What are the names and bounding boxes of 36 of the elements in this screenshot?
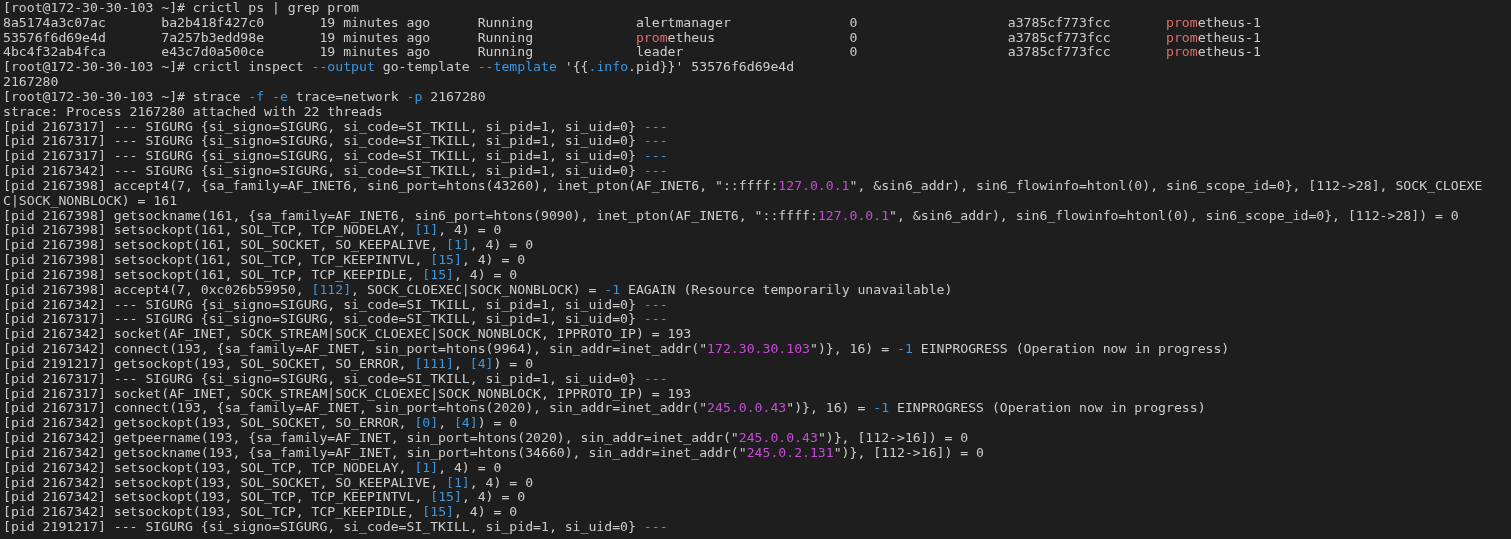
terminal-line: [pid 2167342] --- SIGURG {si_signo=SIGURG, si_code=SI_TKILL, si_pid=1, si_uid=0} --- [3, 164, 668, 179]
terminal-line: C|SOCK_NONBLOCK) = 161 [3, 193, 178, 209]
terminal-line: [pid 2167342] connect(193, {sa_family=AF_INET, sin_port=htons(9964), sin_addr=inet_addr("172.30.30.103")}, 16) = -1 EINPROGRESS (Operation now in progress) [3, 342, 1230, 357]
terminal-line: [pid 2167317] --- SIGURG {si_signo=SIGURG, si_code=SI_TKILL, si_pid=1, si_uid=0} --- [3, 312, 668, 328]
terminal-line: [pid 2167398] setsockopt(161, SOL_SOCKET, SO_KEEPALIVE, [1], 4) = 0 [3, 238, 534, 254]
terminal-line: [pid 2167342] socket(AF_INET, SOCK_STREAM|SOCK_CLOEXEC|SOCK_NONBLOCK, IPPROTO_IP) = 193 [3, 327, 692, 343]
terminal-line: [pid 2167317] --- SIGURG {si_signo=SIGURG, si_code=SI_TKILL, si_pid=1, si_uid=0} --- [3, 149, 668, 165]
terminal-line: [pid 2191217] getsockopt(193, SOL_SOCKET, SO_ERROR, [111], [4]) = 0 [3, 356, 534, 372]
terminal-line: [pid 2167317] --- SIGURG {si_signo=SIGURG, si_code=SI_TKILL, si_pid=1, si_uid=0} --- [3, 371, 668, 387]
terminal-line: [pid 2167398] getsockname(161, {sa_family=AF_INET6, sin6_port=htons(9090), inet_pton(AF_INET6, "::ffff:127.0.0.1", &sin6_addr), sin6_flowinfo=htonl(0), sin6_scope_id=0}, [112->28]) = 0 [3, 208, 1459, 224]
terminal-line: [pid 2167342] getsockname(193, {sa_family=AF_INET, sin_port=htons(34660), sin_addr=inet_addr("245.0.2.131")}, [112->16]) = 0 [3, 445, 985, 461]
terminal-line: [pid 2167398] accept4(7, 0xc026b59950, [112], SOCK_CLOEXEC|SOCK_NONBLOCK) = -1 EAGAIN (Resource temporarily unavailable) [3, 282, 953, 298]
terminal-line: [pid 2167342] getsockopt(193, SOL_SOCKET, SO_ERROR, [0], [4]) = 0 [3, 416, 518, 431]
terminal-line: [root@172-30-30-103 ~]# crictl ps | grep prom [3, 1, 359, 16]
terminal-line: strace: Process 2167280 attached with 22 threads [3, 104, 383, 120]
terminal-line: [pid 2167342] setsockopt(193, SOL_TCP, TCP_KEEPIDLE, [15], 4) = 0 [3, 505, 518, 520]
terminal-line: 2167280 [3, 75, 59, 90]
terminal-line: [pid 2167342] --- SIGURG {si_signo=SIGURG, si_code=SI_TKILL, si_pid=1, si_uid=0} --- [3, 297, 668, 313]
terminal-line: [root@172-30-30-103 ~]# crictl inspect --output go-template --template '{{.info.pid}}' 53576f6d69e4d [3, 60, 795, 76]
terminal-line: [pid 2167342] getpeername(193, {sa_family=AF_INET, sin_port=htons(2020), sin_addr=inet_addr("245.0.0.43")}, [112->16]) = 0 [3, 431, 969, 446]
terminal-line: [pid 2167398] setsockopt(161, SOL_TCP, TCP_KEEPINTVL, [15], 4) = 0 [3, 253, 526, 268]
terminal-line: [pid 2167317] socket(AF_INET, SOCK_STREAM|SOCK_CLOEXEC|SOCK_NONBLOCK, IPPROTO_IP) = 193 [3, 386, 692, 402]
terminal-line: [pid 2167342] setsockopt(193, SOL_SOCKET, SO_KEEPALIVE, [1], 4) = 0 [3, 475, 534, 491]
terminal-line: [pid 2167398] setsockopt(161, SOL_TCP, TCP_KEEPIDLE, [15], 4) = 0 [3, 267, 518, 283]
terminal-line: [pid 2167317] --- SIGURG {si_signo=SIGURG, si_code=SI_TKILL, si_pid=1, si_uid=0} --- [3, 134, 668, 150]
terminal-line: 4bc4f32ab4fca e43c7d0a500ce 19 minutes ago Running leader 0 a3785cf773fcc prometheus-1 [3, 45, 1261, 61]
terminal-line: [pid 2167342] setsockopt(193, SOL_TCP, TCP_KEEPINTVL, [15], 4) = 0 [3, 490, 526, 506]
terminal-line: [pid 2167317] --- SIGURG {si_signo=SIGURG, si_code=SI_TKILL, si_pid=1, si_uid=0} --- [3, 119, 668, 135]
terminal-line: [root@172-30-30-103 ~]# strace -f -e trace=network -p 2167280 [3, 89, 486, 105]
terminal-line: [pid 2167342] setsockopt(193, SOL_TCP, TCP_NODELAY, [1], 4) = 0 [3, 460, 502, 476]
terminal-line: [pid 2191217] --- SIGURG {si_signo=SIGURG, si_code=SI_TKILL, si_pid=1, si_uid=0} --- [3, 520, 668, 535]
terminal-line: [pid 2167398] accept4(7, {sa_family=AF_INET6, sin6_port=htons(43260), inet_pton(AF_INET6, "::ffff:127.0.0.1", &sin6_addr), sin6_flowinfo=htonl(0), sin6_scope_id=0}, [112->28], SOCK_CLOEXE [3, 178, 1483, 194]
terminal-line: 8a5174a3c07ac ba2b418f427c0 19 minutes ago Running alertmanager 0 a3785cf773fcc prometheus-1 [3, 15, 1261, 31]
terminal-line: 53576f6d69e4d 7a257b3edd98e 19 minutes ago Running prometheus 0 a3785cf773fcc prometheus-1 [3, 30, 1261, 46]
terminal-line: [pid 2167398] setsockopt(161, SOL_TCP, TCP_NODELAY, [1], 4) = 0 [3, 223, 502, 239]
terminal-line: [pid 2167317] connect(193, {sa_family=AF_INET, sin_port=htons(2020), sin_addr=inet_addr("245.0.0.43")}, 16) = -1 EINPROGRESS (Operation now in progress) [3, 401, 1206, 417]
